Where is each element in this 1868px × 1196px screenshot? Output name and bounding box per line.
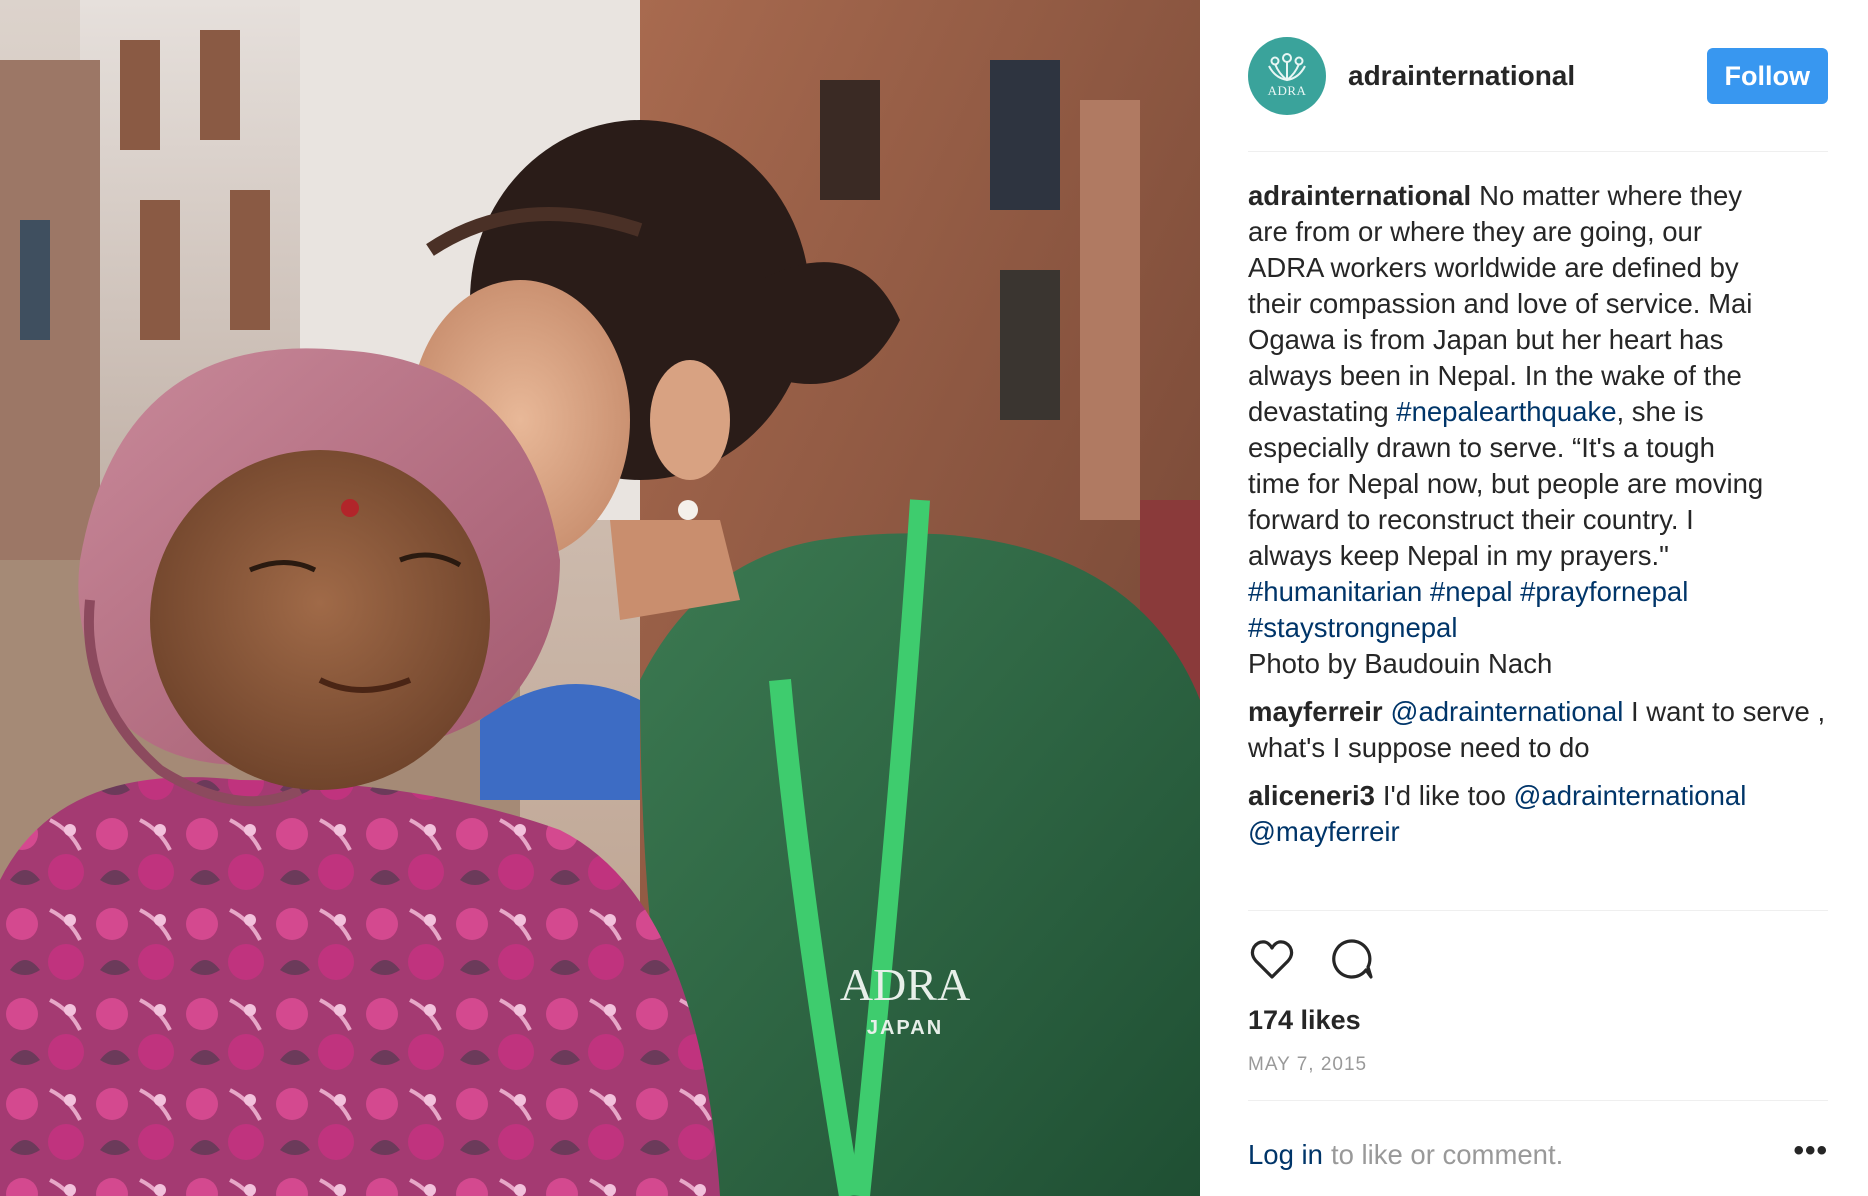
instagram-post: ADRA JAPAN ADRA adrainternational Follow… — [0, 0, 1868, 1196]
post-username[interactable]: adrainternational — [1348, 60, 1707, 92]
caption-line-7-post: , she is — [1616, 396, 1704, 427]
photo-credit: Photo by Baudouin Nach — [1248, 648, 1553, 679]
post-actions: 174 likes MAY 7, 2015 Log in to like or … — [1248, 910, 1828, 1171]
avatar-logo-text: ADRA — [1267, 83, 1307, 98]
login-prompt-text: to like or comment. — [1330, 1139, 1564, 1170]
caption-line-10: forward to reconstruct their country. I — [1248, 504, 1694, 535]
speech-bubble-icon[interactable] — [1328, 935, 1376, 983]
post-photo-illustration: ADRA JAPAN — [0, 0, 1200, 1196]
caption-comment: adrainternational No matter where they ar… — [1248, 178, 1828, 682]
likes-count[interactable]: 174 likes — [1248, 1005, 1828, 1036]
hashtags-line-1[interactable]: #humanitarian #nepal #prayfornepal — [1248, 574, 1828, 610]
post-header: ADRA adrainternational Follow — [1248, 36, 1828, 152]
caption-username[interactable]: adrainternational — [1248, 180, 1471, 211]
comment-item: mayferreir @adrainternational I want to s… — [1248, 694, 1828, 766]
comment-mention[interactable]: @adrainternational — [1514, 780, 1747, 811]
post-photo: ADRA JAPAN — [0, 0, 1200, 1196]
caption-line-2: are from or where they are going, our — [1248, 216, 1702, 247]
follow-button[interactable]: Follow — [1706, 47, 1828, 104]
caption-line-9: time for Nepal now, but people are movin… — [1248, 468, 1764, 499]
comment-item: aliceneri3 I'd like too @adrainternationa… — [1248, 778, 1828, 850]
login-prompt: Log in to like or comment. ••• — [1248, 1136, 1828, 1171]
caption-line-11: always keep Nepal in my prayers." — [1248, 540, 1669, 571]
comment-text: I'd like too — [1382, 780, 1514, 811]
post-sidebar: ADRA adrainternational Follow adraintern… — [1200, 0, 1868, 1196]
adra-logo-icon — [1268, 53, 1306, 82]
comment-username[interactable]: aliceneri3 — [1248, 780, 1375, 811]
caption-line-1: No matter where they — [1479, 180, 1742, 211]
hashtag-nepalearthquake[interactable]: #nepalearthquake — [1396, 396, 1616, 427]
caption-line-4: their compassion and love of service. Ma… — [1248, 288, 1753, 319]
caption-line-3: ADRA workers worldwide are defined by — [1248, 252, 1739, 283]
hashtags-line-2[interactable]: #staystrongnepal — [1248, 610, 1828, 646]
caption-line-5: Ogawa is from Japan but her heart has — [1248, 324, 1724, 355]
shirt-sub-text: JAPAN — [867, 1017, 943, 1039]
comment-mention-2[interactable]: @mayferreir — [1248, 814, 1828, 850]
post-date[interactable]: MAY 7, 2015 — [1248, 1054, 1828, 1101]
caption-line-6: always been in Nepal. In the wake of the — [1248, 360, 1742, 391]
comment-list: adrainternational No matter where they ar… — [1248, 178, 1828, 862]
comment-mention[interactable]: @adrainternational — [1391, 696, 1624, 727]
more-dots-icon[interactable]: ••• — [1793, 1136, 1828, 1166]
action-icons — [1248, 935, 1828, 983]
caption-line-8: especially drawn to serve. “It's a tough — [1248, 432, 1715, 463]
shirt-brand-text: ADRA — [840, 959, 970, 1010]
caption-line-7: devastating #nepalearthquake, she is — [1248, 394, 1828, 430]
comment-username[interactable]: mayferreir — [1248, 696, 1383, 727]
avatar[interactable]: ADRA — [1248, 36, 1326, 115]
caption-line-7-pre: devastating — [1248, 396, 1397, 427]
login-link[interactable]: Log in — [1248, 1139, 1323, 1171]
heart-outline-icon[interactable] — [1248, 935, 1296, 983]
